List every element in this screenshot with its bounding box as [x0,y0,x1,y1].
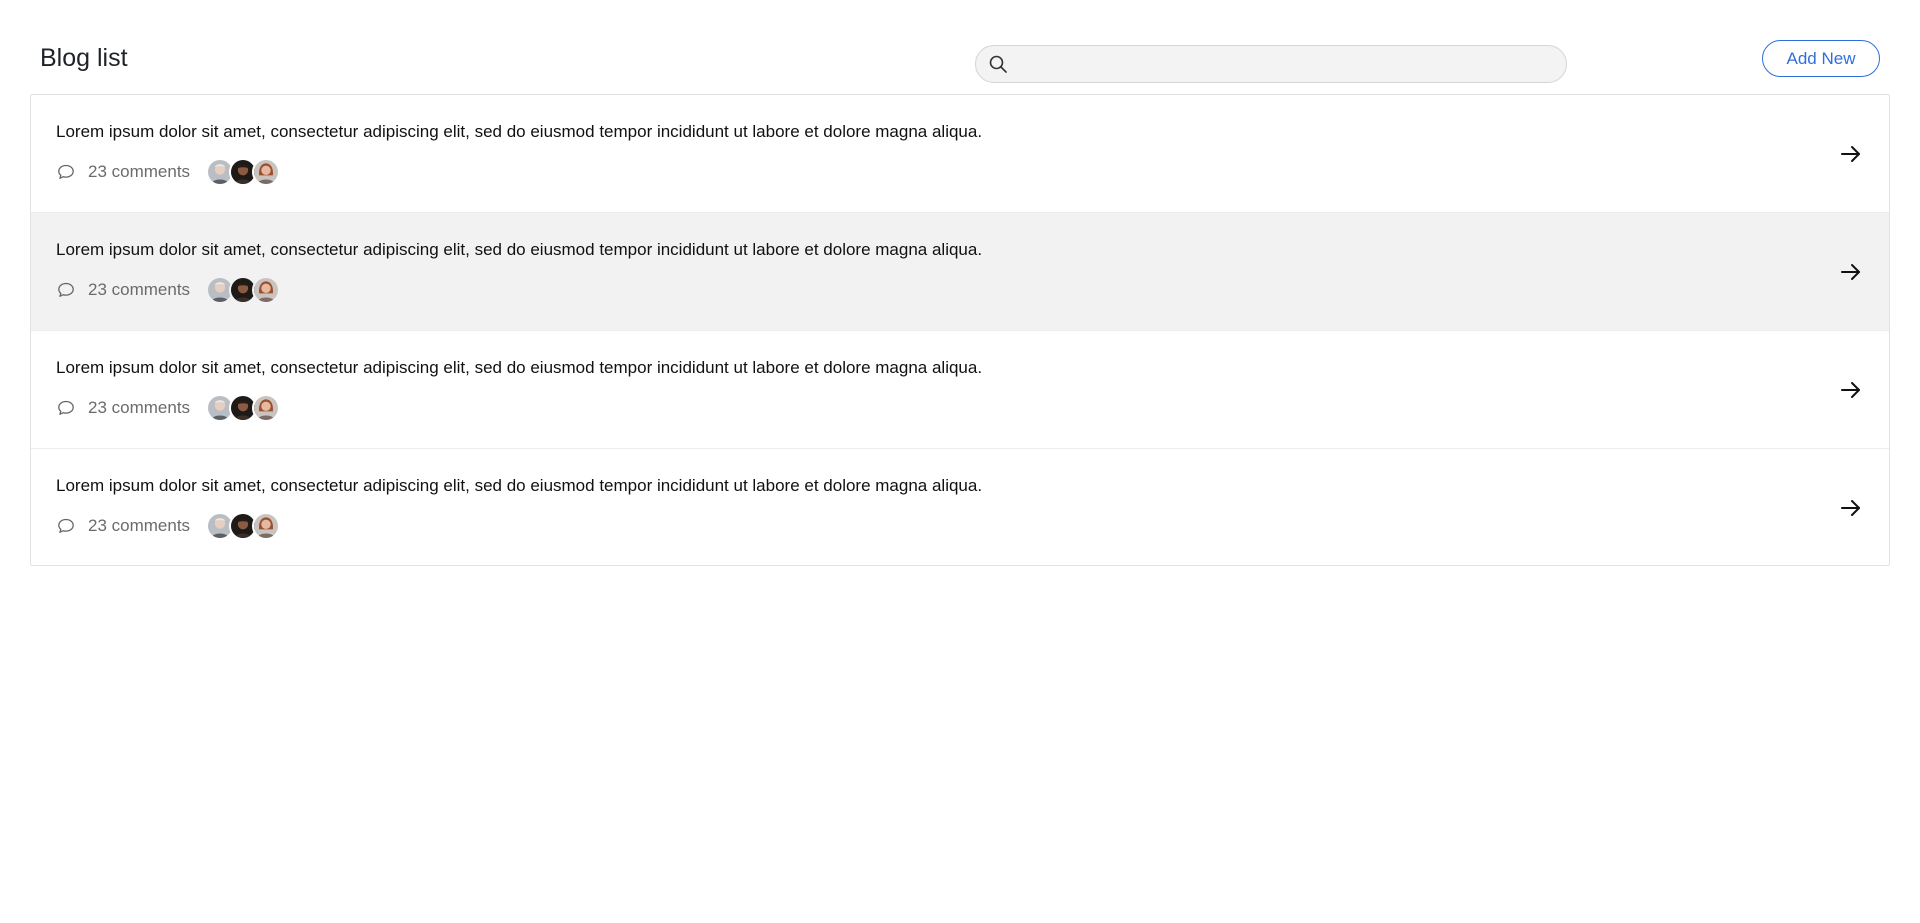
avatar [252,512,281,540]
page-title: Blog list [40,44,128,72]
header: Blog list Add New [0,0,1920,95]
avatar [252,394,281,422]
post-title: Lorem ipsum dolor sit amet, consectetur … [56,358,983,377]
avatar-group [206,276,281,304]
comment-count: 23 comments [88,398,191,417]
arrow-right-icon[interactable] [1839,496,1863,520]
avatar [252,158,281,186]
comment-count: 23 comments [88,162,191,181]
avatar-group [206,394,281,422]
comment-icon [58,518,74,533]
arrow-right-icon[interactable] [1839,260,1863,284]
blog-list: Lorem ipsum dolor sit amet, consectetur … [30,94,1890,566]
post-meta: 23 comments [56,511,281,541]
comment-icon [58,282,74,297]
avatar-group [206,512,281,540]
post-meta: 23 comments [56,393,281,423]
arrow-right-icon[interactable] [1839,142,1863,166]
arrow-right-icon[interactable] [1839,378,1863,402]
list-item[interactable]: Lorem ipsum dolor sit amet, consectetur … [31,449,1889,565]
search-input[interactable] [1020,50,1554,80]
comment-icon [58,400,74,415]
comment-count: 23 comments [88,516,191,535]
search-icon [989,55,1007,73]
post-title: Lorem ipsum dolor sit amet, consectetur … [56,122,983,141]
add-new-button[interactable]: Add New [1762,40,1880,77]
post-meta: 23 comments [56,275,281,305]
avatar [252,276,281,304]
comment-icon [58,164,74,179]
post-title: Lorem ipsum dolor sit amet, consectetur … [56,476,983,495]
list-item[interactable]: Lorem ipsum dolor sit amet, consectetur … [31,95,1889,213]
avatar-group [206,158,281,186]
search-bar[interactable] [975,45,1567,83]
list-item[interactable]: Lorem ipsum dolor sit amet, consectetur … [31,213,1889,331]
list-item[interactable]: Lorem ipsum dolor sit amet, consectetur … [31,331,1889,449]
post-title: Lorem ipsum dolor sit amet, consectetur … [56,240,983,259]
post-meta: 23 comments [56,157,281,187]
comment-count: 23 comments [88,280,191,299]
